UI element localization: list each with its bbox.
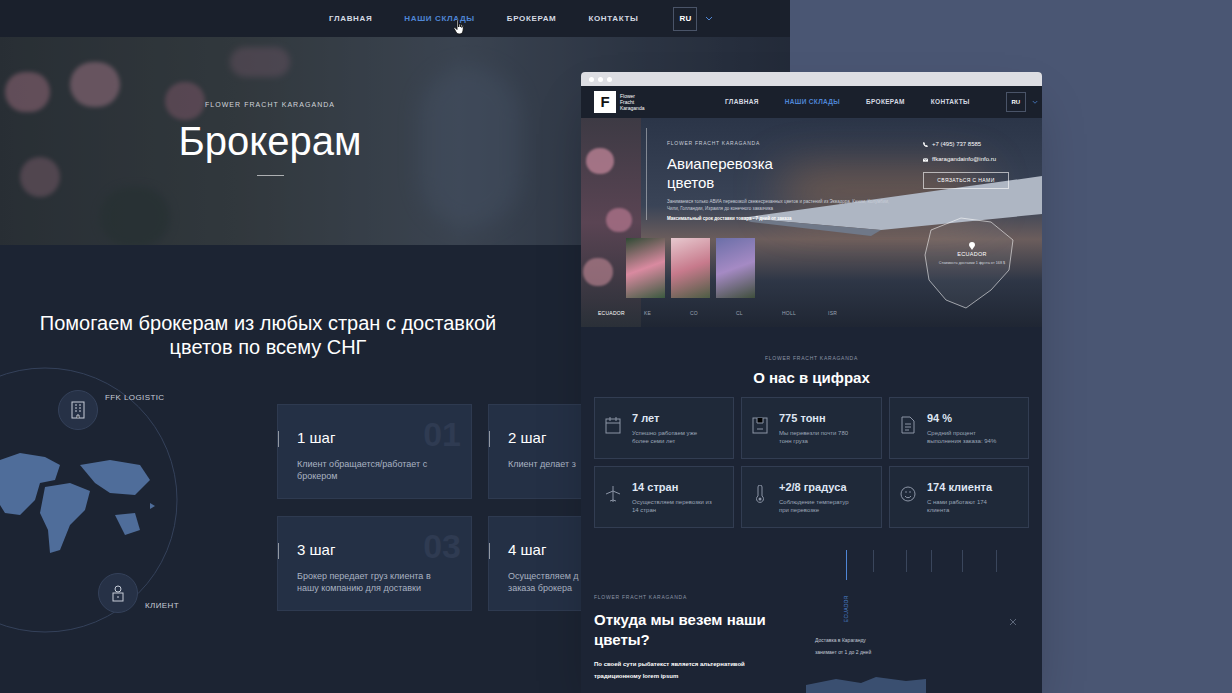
stats-section: FLOWER FRACHT KARAGANDA О нас в цифрах 7… xyxy=(581,327,1042,550)
nav-item[interactable]: НАШИ СКЛАДЫ xyxy=(404,13,475,25)
phone[interactable]: +7 (495) 737 8585 xyxy=(932,140,981,149)
step-title: 1 шаг xyxy=(297,427,471,450)
stat-card: 7 летУспешно работаем уже более семи лет xyxy=(594,397,734,459)
country-tab[interactable]: CL xyxy=(736,310,782,318)
country-tab[interactable]: CO xyxy=(690,310,736,318)
top-nav: ГЛАВНАЯ НАШИ СКЛАДЫ БРОКЕРАМ КОНТАКТЫ RU xyxy=(0,0,790,37)
window-dot-icon[interactable] xyxy=(589,77,594,82)
hero-text: FLOWER FRACHT KARAGANDA Авиаперевозкацве… xyxy=(667,140,907,222)
step-card: 01 1 шаг Клиент обращается/работает сбро… xyxy=(277,404,472,499)
window-dot-icon[interactable] xyxy=(607,77,612,82)
chevron-down-icon[interactable] xyxy=(705,16,713,22)
step-title: 3 шаг xyxy=(297,539,471,562)
node-label: FFK LOGISTIC xyxy=(105,392,164,404)
nav-item[interactable]: ГЛАВНАЯ xyxy=(725,97,759,107)
nav-item[interactable]: ГЛАВНАЯ xyxy=(329,13,372,25)
step-number: 03 xyxy=(423,521,461,572)
browser-window: F FlowerFrachtKaraganda ГЛАВНАЯ НАШИ СКЛ… xyxy=(581,72,1042,693)
thumbnail-photo[interactable] xyxy=(716,238,755,298)
hero-description: Занимаемся только АВИА перевозкой свежес… xyxy=(667,198,892,212)
step-card: 03 3 шаг Брокер передает груз клиента вн… xyxy=(277,516,472,611)
smiley-icon xyxy=(900,485,916,503)
country-tab[interactable]: ECUADOR xyxy=(598,310,644,318)
logo-text: FlowerFrachtKaraganda xyxy=(620,93,646,111)
origin-section: FLOWER FRACHT KARAGANDA Откуда мы везем … xyxy=(581,550,1042,693)
country-tab[interactable]: KE xyxy=(644,310,690,318)
title-divider xyxy=(257,175,284,176)
map-country: ECUADOR xyxy=(933,250,1011,258)
nav-item[interactable]: КОНТАКТЫ xyxy=(588,13,638,25)
logo[interactable]: F xyxy=(594,91,616,113)
calendar-icon xyxy=(605,416,621,434)
contact-button[interactable]: СВЯЗАТЬСЯ С НАМИ xyxy=(923,172,1009,189)
chevron-down-icon[interactable] xyxy=(1032,100,1038,105)
thumbnail-photo[interactable] xyxy=(626,238,665,298)
map-icon xyxy=(806,675,926,693)
step-text: брокером xyxy=(297,470,471,482)
language-select[interactable]: RU xyxy=(673,7,697,31)
thumbnail-photo[interactable] xyxy=(671,238,710,298)
nav-item[interactable]: БРОКЕРАМ xyxy=(507,13,557,25)
pointer-hand-icon xyxy=(453,19,467,35)
building-icon xyxy=(70,401,86,419)
site-nav: F FlowerFrachtKaraganda ГЛАВНАЯ НАШИ СКЛ… xyxy=(581,86,1042,118)
close-mark-icon[interactable] xyxy=(1009,618,1017,626)
hero-title: Авиаперевозкацветов xyxy=(667,154,907,192)
stats-title: О нас в цифрах xyxy=(581,369,1042,387)
nav-item[interactable]: НАШИ СКЛАДЫ xyxy=(785,97,840,107)
country-tabs: ECUADOR KE CO CL HOLL ISR xyxy=(598,310,874,318)
thermometer-icon xyxy=(752,485,768,503)
nav-item[interactable]: КОНТАКТЫ xyxy=(931,97,970,107)
hero-photo: ECUADOR Стоимость доставки 1 фунта от 16… xyxy=(581,118,1042,327)
stats-grid: 7 летУспешно работаем уже более семи лет… xyxy=(594,397,1042,528)
step-number: 01 xyxy=(423,409,461,460)
delivery-info: Доставка в Карагандузанимает от 1 до 2 д… xyxy=(815,634,871,658)
nav-item[interactable]: БРОКЕРАМ xyxy=(866,97,905,107)
stat-card: 174 клиентаС нами работают 174 клиента xyxy=(889,466,1029,528)
phone-icon xyxy=(923,142,928,147)
flower-thumbnails xyxy=(626,238,755,298)
mail-icon xyxy=(923,158,928,162)
hero-eyebrow: FLOWER FRACHT KARAGANDA xyxy=(667,140,907,148)
stat-card: 94 %Средний процент выполнения заказа: 9… xyxy=(889,397,1029,459)
window-dot-icon[interactable] xyxy=(598,77,603,82)
stat-card: 775 тоннМы перевезли почти 780 тонн груз… xyxy=(741,397,882,459)
map-caption: Стоимость доставки 1 фунта от 168 $ xyxy=(933,261,1011,266)
hero-title: Брокерам xyxy=(150,117,390,165)
language-select[interactable]: RU xyxy=(1006,92,1026,112)
section-heading: Помогаем брокерам из любых стран с доста… xyxy=(0,245,536,359)
stat-card: +2/8 градусаСоблюдение температур при пе… xyxy=(741,466,882,528)
ffk-logistic-node xyxy=(58,390,98,430)
document-icon xyxy=(900,416,916,434)
country-tab[interactable]: HOLL xyxy=(782,310,828,318)
step-text: Брокер передает груз клиента в xyxy=(297,570,471,582)
stats-eyebrow: FLOWER FRACHT KARAGANDA xyxy=(581,355,1042,363)
contacts: +7 (495) 737 8585 ffkaragandainfo@info.r… xyxy=(923,140,1023,222)
timeline-label[interactable]: ECUADOR xyxy=(843,595,851,622)
step-text: Клиент обращается/работает с xyxy=(297,458,471,470)
stat-card: 14 странОсуществляем перевозки из 14 стр… xyxy=(594,466,734,528)
country-tab[interactable]: ISR xyxy=(828,310,874,318)
client-node xyxy=(98,573,138,613)
step-text: нашу компанию для доставки xyxy=(297,582,471,594)
location-pin-icon xyxy=(969,242,975,250)
origin-text: FLOWER FRACHT KARAGANDA Откуда мы везем … xyxy=(581,550,801,682)
airplane-icon xyxy=(605,485,621,503)
node-label: КЛИЕНТ xyxy=(145,600,179,612)
map-pin[interactable]: ECUADOR Стоимость доставки 1 фунта от 16… xyxy=(933,242,1011,266)
canvas: ГЛАВНАЯ НАШИ СКЛАДЫ БРОКЕРАМ КОНТАКТЫ RU… xyxy=(0,0,1232,693)
window-title-bar xyxy=(581,72,1042,86)
cargo-box-icon xyxy=(752,416,768,434)
hero-note: Максимальный срок доставки товара - 7 дн… xyxy=(667,216,907,223)
email[interactable]: ffkaragandainfo@info.ru xyxy=(932,155,996,164)
lock-person-icon xyxy=(110,584,126,602)
hero-eyebrow: FLOWER FRACHT KARAGANDA xyxy=(150,100,390,111)
